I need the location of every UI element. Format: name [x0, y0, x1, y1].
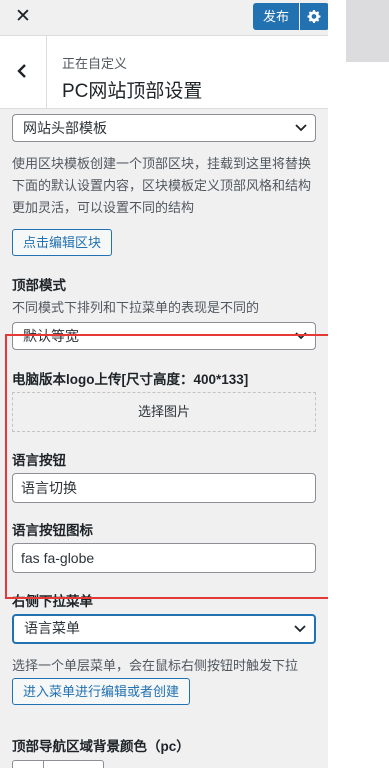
section-content: 网站头部模板 使用区块模板创建一个顶部区块，挂载到这里将替换下面的默认设置内容，…: [0, 109, 328, 768]
preview-area: [328, 0, 389, 768]
close-icon[interactable]: ✕: [8, 4, 38, 30]
top-mode-label: 顶部模式: [12, 278, 66, 293]
chevron-down-icon: [295, 124, 307, 132]
nav-bg-color-label: 顶部导航区域背景颜色（pc）: [12, 739, 190, 754]
top-mode-description: 不同模式下排列和下拉菜单的表现是不同的: [12, 300, 260, 315]
template-select[interactable]: 网站头部模板: [12, 114, 316, 142]
color-picker-divider: [43, 761, 44, 768]
gear-icon: [307, 9, 321, 24]
color-picker-button[interactable]: [12, 760, 104, 768]
preview-header-strip: [346, 0, 389, 62]
page-title: PC网站顶部设置: [62, 81, 203, 102]
publish-settings-button[interactable]: [300, 3, 328, 30]
customizer-topbar: ✕ 发布: [0, 0, 328, 36]
right-menu-select[interactable]: 语言菜单: [12, 614, 316, 644]
chevron-down-icon: [294, 625, 306, 633]
template-description: 使用区块模板创建一个顶部区块，挂载到这里将替换下面的默认设置内容，区块模板定义顶…: [12, 156, 312, 215]
edit-menu-button[interactable]: 进入菜单进行编辑或者创建: [12, 678, 191, 705]
section-header: 正在自定义 PC网站顶部设置: [0, 36, 328, 109]
highlight-box: [5, 334, 328, 599]
template-select-value: 网站头部模板: [23, 120, 107, 136]
back-button[interactable]: [0, 36, 47, 108]
right-menu-select-value: 语言菜单: [24, 620, 80, 636]
edit-block-button[interactable]: 点击编辑区块: [12, 229, 113, 256]
breadcrumb: 正在自定义: [62, 56, 128, 71]
chevron-left-icon: [17, 64, 26, 78]
customizer-panel: ✕ 发布 正在自定义 PC网站顶部设置 网站头部模板 使用区块模板创建一个顶部区…: [0, 0, 328, 768]
right-menu-description: 选择一个单层菜单，会在鼠标右侧按钮时触发下拉: [12, 658, 299, 673]
publish-button[interactable]: 发布: [253, 3, 299, 30]
